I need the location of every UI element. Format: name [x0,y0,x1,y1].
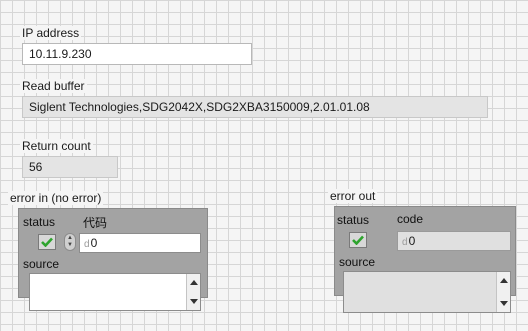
error-in-status-label: status [23,215,56,229]
scroll-down-arrow-icon[interactable] [500,301,508,306]
error-in-status-toggle[interactable] [38,234,56,250]
error-out-code-value: 0 [408,234,416,248]
return-count-indicator: 56 [22,156,118,178]
error-out-code-indicator: d0 [397,231,511,251]
error-out-source-indicator [343,271,511,313]
error-in-code-value: 0 [90,236,98,250]
error-out-title: error out [328,189,378,203]
return-count-label: Return count [20,139,93,153]
read-buffer-label: Read buffer [20,79,87,93]
check-icon [41,237,53,247]
increment-decrement-icon[interactable]: ▲ ▼ [64,233,76,251]
error-in-cluster: status 代码 ▲ ▼ d0 source [18,208,208,311]
error-out-cluster: status code d0 source [334,206,516,313]
error-in-source-label: source [23,257,60,271]
check-icon [352,235,364,245]
error-out-radix: d [402,237,408,248]
error-out-source-scrollbar[interactable] [496,272,510,312]
error-out-status-label: status [337,213,370,227]
error-in-title: error in (no error) [8,191,104,205]
error-in-radix: d [84,239,90,250]
scroll-up-arrow-icon[interactable] [500,278,508,283]
scroll-down-arrow-icon[interactable] [190,299,198,304]
error-out-code-label: code [397,212,424,226]
read-buffer-indicator: Siglent Technologies,SDG2042X,SDG2XBA315… [22,96,488,118]
error-in-source-field[interactable] [29,273,201,311]
ip-address-field[interactable]: 10.11.9.230 [22,43,252,65]
scroll-up-arrow-icon[interactable] [190,280,198,285]
ip-address-label: IP address [20,26,82,40]
error-out-source-label: source [339,255,376,269]
error-out-status-indicator [349,232,367,248]
error-in-code-field[interactable]: d0 [79,233,201,253]
error-in-code-label: 代码 [83,216,108,230]
error-in-source-scrollbar[interactable] [186,274,200,310]
